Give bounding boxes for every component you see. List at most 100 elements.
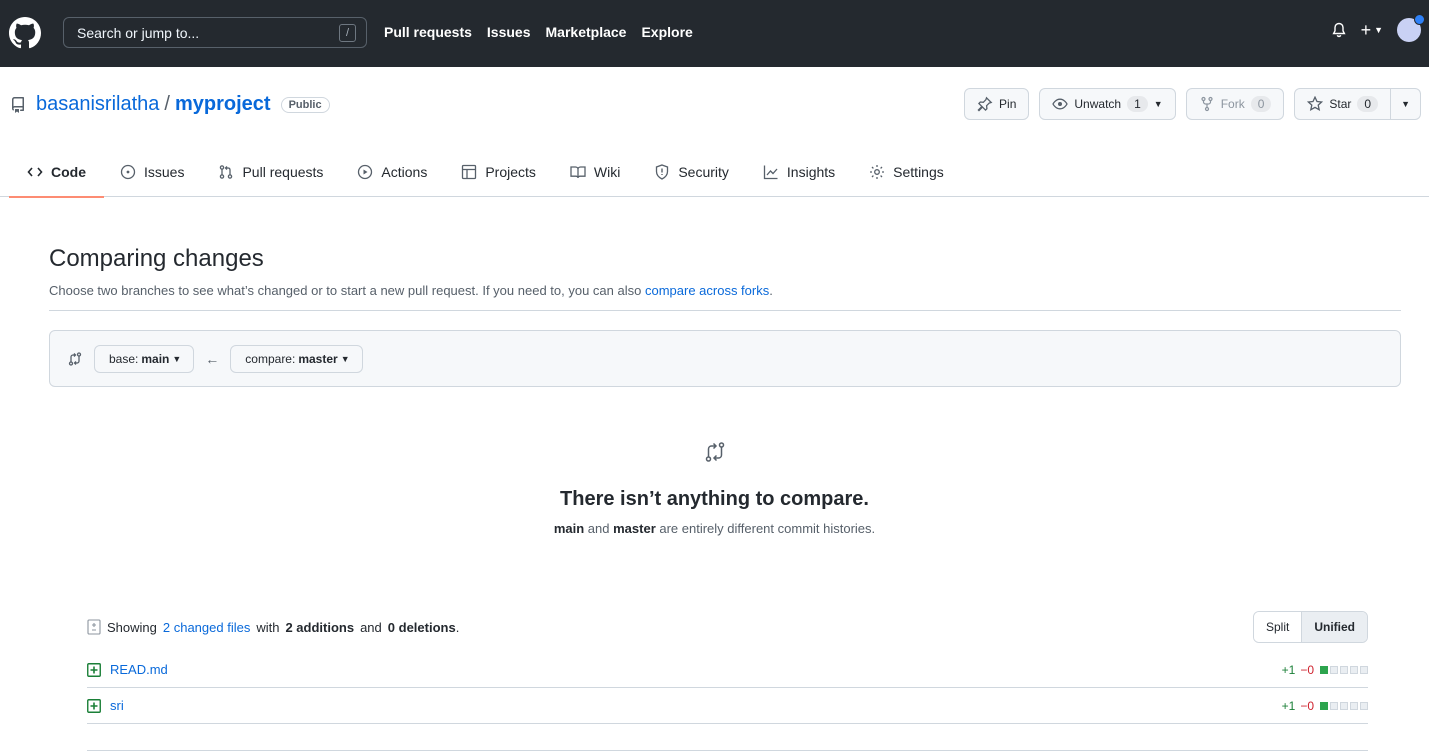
book-icon [570,164,586,180]
tab-label: Code [51,164,86,180]
branch-b: master [613,521,656,536]
diffstat-block-neutral [1350,701,1358,710]
repo-header: basanisrilatha / myproject Public Pin Un… [0,67,1429,198]
chevron-down-icon: ▼ [1153,99,1163,109]
tab-label: Projects [485,164,536,180]
header-actions: + ▼ [1331,14,1425,42]
deletions: −0 [1300,662,1314,677]
issue-opened-icon [120,164,136,180]
page-description: Choose two branches to see what’s change… [49,283,773,298]
diff-added-icon [87,698,101,713]
compare-branch-select[interactable]: compare: master ▼ [230,344,363,373]
repo-title: basanisrilatha / myproject Public [10,93,330,116]
tab-actions[interactable]: Actions [341,147,445,197]
tab-code[interactable]: Code [9,147,104,198]
blankslate: There isn’t anything to compare. main an… [0,440,1429,536]
watch-count: 1 [1127,96,1148,112]
diffstat-block-neutral [1340,665,1348,674]
unwatch-button[interactable]: Unwatch 1 ▼ [1039,88,1176,120]
divider [49,310,1401,311]
diff-added-icon [87,662,101,677]
visibility-badge: Public [280,96,330,113]
repo-actions: Pin Unwatch 1 ▼ Fork 0 Star 0 ▼ [964,88,1421,120]
split-view-button[interactable]: Split [1253,612,1302,642]
base-branch-select[interactable]: base: main ▼ [94,344,195,373]
diffstat: +1 −0 [1282,699,1368,713]
diffstat: +1 −0 [1282,663,1368,677]
blankslate-description: main and master are entirely different c… [0,521,1429,536]
avatar[interactable] [1397,14,1425,42]
search-placeholder: Search or jump to... [77,24,200,41]
list-item: READ.md +1 −0 [87,652,1368,688]
tab-label: Pull requests [242,164,324,180]
branch-a: main [553,521,585,536]
changed-files-link[interactable]: 2 changed files [163,620,250,635]
tab-label: Actions [381,164,428,180]
nav-marketplace[interactable]: Marketplace [546,24,627,40]
search-input[interactable]: Search or jump to... / [63,17,367,48]
pin-button[interactable]: Pin [964,88,1030,120]
tab-settings[interactable]: Settings [853,147,962,197]
showing-text: Showing [107,619,157,635]
chevron-down-icon: ▼ [1374,25,1383,35]
tab-label: Security [678,164,729,180]
chevron-down-icon: ▼ [340,353,350,364]
diffstat-block-added [1320,701,1328,710]
history-text: are entirely different commit histories. [655,521,876,536]
compare-across-forks-link[interactable]: compare across forks [645,283,769,298]
fork-icon [1201,96,1213,112]
file-link[interactable]: sri [110,698,124,713]
fork-button[interactable]: Fork 0 [1185,88,1285,120]
base-prefix: base: [109,351,139,366]
star-button[interactable]: Star 0 [1294,88,1392,120]
github-logo-icon[interactable] [9,17,41,49]
diff-summary-text: Showing 2 changed files with 2 additions… [87,619,459,635]
git-compare-icon [68,351,82,366]
compare-branch-name: master [298,351,338,366]
repo-name-link[interactable]: myproject [175,93,271,116]
blankslate-title: There isn’t anything to compare. [560,488,869,510]
tab-wiki[interactable]: Wiki [554,147,638,197]
tab-insights[interactable]: Insights [747,147,853,197]
diff-view-toggle: Split Unified [1252,611,1368,643]
pin-icon [977,96,993,112]
star-lists-dropdown[interactable]: ▼ [1391,88,1421,120]
global-nav: Pull requests Issues Marketplace Explore [384,24,693,40]
diffstat-block-neutral [1330,701,1338,710]
additions: +1 [1281,698,1296,713]
chevron-down-icon: ▼ [172,353,182,364]
additions-count: 2 additions [285,619,355,635]
nav-pull-requests[interactable]: Pull requests [384,24,472,40]
nav-explore[interactable]: Explore [641,24,692,40]
repo-owner-link[interactable]: basanisrilatha [36,93,159,116]
base-branch-name: main [141,351,170,366]
tab-label: Settings [893,164,944,180]
chevron-down-icon: ▼ [1401,99,1410,109]
nav-issues[interactable]: Issues [487,24,531,40]
tab-pull-requests[interactable]: Pull requests [202,147,341,197]
create-new-menu[interactable]: + ▼ [1361,20,1383,40]
file-diff-icon [87,619,101,635]
shield-icon [654,164,670,180]
tab-projects[interactable]: Projects [445,147,554,197]
star-icon [1307,96,1324,111]
star-count: 0 [1357,96,1379,112]
deletions-count: 0 deletions [387,619,456,635]
diff-summary: Showing 2 changed files with 2 additions… [87,611,1368,643]
list-item: sri +1 −0 [87,688,1368,724]
eye-icon [1052,98,1069,110]
tab-security[interactable]: Security [638,147,747,197]
fork-label: Fork [1220,97,1245,111]
search-shortcut-key: / [339,24,356,42]
tab-label: Issues [144,164,185,180]
fork-count: 0 [1250,96,1272,112]
file-link[interactable]: READ.md [110,662,168,677]
diffstat-block-added [1320,665,1328,674]
divider [87,750,1368,751]
unwatch-label: Unwatch [1074,97,1122,111]
star-button-group: Star 0 ▼ [1294,88,1421,120]
description-end: . [769,283,773,298]
tab-issues[interactable]: Issues [104,147,202,197]
unified-view-button[interactable]: Unified [1301,612,1367,642]
bell-icon[interactable] [1331,22,1347,38]
